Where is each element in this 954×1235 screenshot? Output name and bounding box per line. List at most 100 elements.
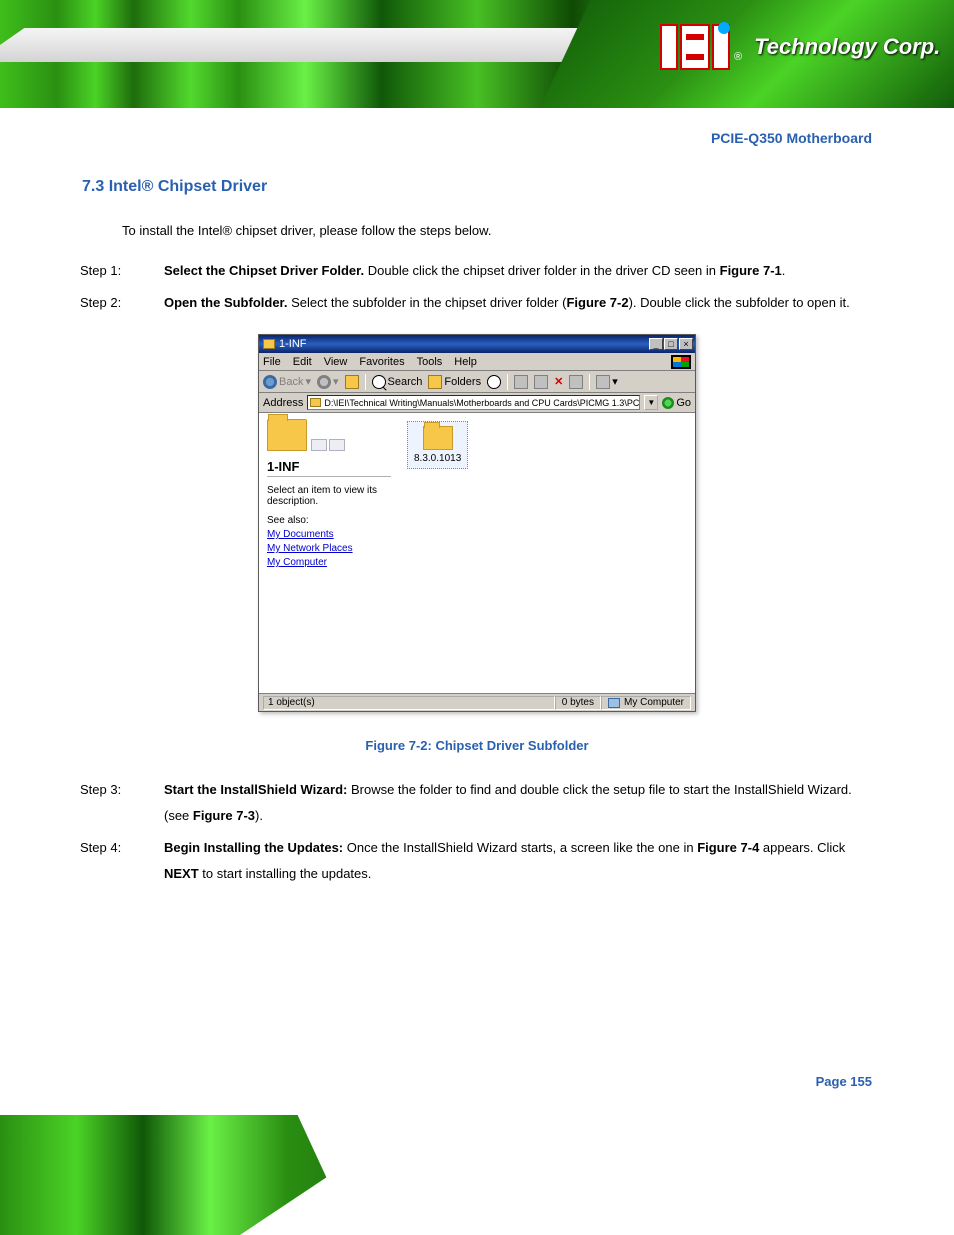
step-4: Step 4:Begin Installing the Updates: Onc…: [122, 835, 872, 887]
back-button[interactable]: Back ▾: [263, 375, 311, 389]
address-dropdown[interactable]: ▼: [644, 395, 658, 410]
address-label: Address: [263, 397, 303, 409]
views toggle-button[interactable]: ▾: [596, 375, 618, 389]
views-icon: [596, 375, 610, 389]
undo-icon: [569, 375, 583, 389]
status-bytes: 0 bytes: [555, 696, 601, 710]
step-label: Begin Installing the Updates:: [164, 840, 343, 855]
step-text: Select the subfolder in the chipset driv…: [288, 295, 567, 310]
history-button[interactable]: [487, 375, 501, 389]
folder-item[interactable]: 8.3.0.1013: [407, 421, 468, 469]
step-label: Select the Chipset Driver Folder.: [164, 263, 364, 278]
maximize-button[interactable]: □: [664, 338, 678, 350]
step-label: Open the Subfolder.: [164, 295, 288, 310]
toolbar: Back ▾ ▾ Search Folders ✕ ▾: [259, 371, 695, 393]
status-bar: 1 object(s) 0 bytes My Computer: [259, 693, 695, 711]
folder-icon: [423, 426, 453, 450]
step-1: Step 1:Select the Chipset Driver Folder.…: [122, 258, 872, 284]
minimize-button[interactable]: _: [649, 338, 663, 350]
menu-bar: File Edit View Favorites Tools Help: [259, 353, 695, 371]
up-icon: [345, 375, 359, 389]
menu-tools[interactable]: Tools: [417, 356, 443, 368]
step-number: Step 4:: [122, 835, 164, 861]
post-step-list: Step 3:Start the InstallShield Wizard: B…: [122, 777, 872, 887]
go-button[interactable]: Go: [662, 397, 691, 409]
step-text: Once the InstallShield Wizard starts, a …: [343, 840, 697, 855]
folder-icon: [310, 398, 321, 407]
folders-button[interactable]: Folders: [428, 375, 481, 389]
folder-large-icon: [267, 419, 307, 451]
chevron-down-icon: ▾: [305, 375, 311, 388]
go-icon: [662, 397, 674, 409]
page-header-banner: ® Technology Corp.: [0, 0, 954, 108]
computer-icon: [608, 698, 620, 708]
address-bar: Address D:\IEI\Technical Writing\Manuals…: [259, 393, 695, 413]
brand-logo: ® Technology Corp.: [660, 24, 940, 70]
close-button[interactable]: ×: [679, 338, 693, 350]
copy-to-button[interactable]: [534, 375, 548, 389]
step-number: Step 1:: [122, 258, 164, 284]
explorer-content[interactable]: 8.3.0.1013: [399, 413, 695, 693]
action-label: NEXT: [164, 866, 199, 881]
menu-favorites[interactable]: Favorites: [359, 356, 404, 368]
intro-paragraph: To install the Intel® chipset driver, pl…: [122, 218, 872, 244]
step-tail2: to start installing the updates.: [199, 866, 372, 881]
separator: [507, 374, 508, 390]
link-my-computer[interactable]: My Computer: [267, 556, 391, 570]
address-field[interactable]: D:\IEI\Technical Writing\Manuals\Motherb…: [307, 395, 640, 410]
folder-icon: [263, 339, 275, 349]
folder-mini-icon: [329, 439, 345, 451]
page-number: Page 155: [816, 1074, 872, 1089]
separator: [365, 374, 366, 390]
move-to-button[interactable]: [514, 375, 528, 389]
history-icon: [487, 375, 501, 389]
undo-button[interactable]: [569, 375, 583, 389]
step-text: Double click the chipset driver folder i…: [364, 263, 720, 278]
address-path: D:\IEI\Technical Writing\Manuals\Motherb…: [324, 398, 640, 408]
delete-icon: ✕: [554, 375, 563, 388]
page-footer-banner: [0, 1115, 954, 1235]
forward-button[interactable]: ▾: [317, 375, 339, 389]
side-panel-title: 1-INF: [267, 459, 391, 477]
figure-ref: Figure 7-3: [193, 808, 255, 823]
up-button[interactable]: [345, 375, 359, 389]
figure-caption: Figure 7-2: Chipset Driver Subfolder: [82, 738, 872, 753]
figure-ref: Figure 7-1: [720, 263, 782, 278]
move-to-icon: [514, 375, 528, 389]
step-number: Step 2:: [122, 290, 164, 316]
back-icon: [263, 375, 277, 389]
search-icon: [372, 375, 386, 389]
registered-icon: ®: [734, 51, 742, 63]
step-number: Step 3:: [122, 777, 164, 803]
step-tail: .: [782, 263, 786, 278]
window-title: 1-INF: [279, 338, 307, 350]
forward-icon: [317, 375, 331, 389]
explorer-body: 1-INF Select an item to view its descrip…: [259, 413, 695, 693]
chevron-down-icon: ▾: [333, 375, 339, 388]
folders-icon: [428, 375, 442, 389]
brand-name: Technology Corp.: [754, 34, 940, 60]
menu-file[interactable]: File: [263, 356, 281, 368]
folder-label: 8.3.0.1013: [414, 453, 461, 464]
window-titlebar[interactable]: 1-INF _ □ ×: [259, 335, 695, 353]
menu-view[interactable]: View: [324, 356, 348, 368]
side-panel-description: Select an item to view its description.: [267, 485, 391, 507]
step-label: Start the InstallShield Wizard:: [164, 782, 347, 797]
iei-logo-icon: [660, 24, 730, 70]
link-my-documents[interactable]: My Documents: [267, 528, 391, 542]
link-my-network-places[interactable]: My Network Places: [267, 542, 391, 556]
step-tail: ).: [255, 808, 263, 823]
delete-button[interactable]: ✕: [554, 375, 563, 388]
search-button[interactable]: Search: [372, 375, 423, 389]
explorer-side-panel: 1-INF Select an item to view its descrip…: [259, 413, 399, 693]
step-2: Step 2:Open the Subfolder. Select the su…: [122, 290, 872, 316]
chevron-down-icon: ▾: [612, 375, 618, 388]
figure-ref: Figure 7-4: [697, 840, 759, 855]
explorer-window: 1-INF _ □ × File Edit View Favorites Too…: [258, 334, 696, 712]
separator: [589, 374, 590, 390]
windows-flag-icon: [671, 355, 691, 369]
menu-help[interactable]: Help: [454, 356, 477, 368]
folder-mini-icon: [311, 439, 327, 451]
status-objects: 1 object(s): [263, 696, 555, 710]
menu-edit[interactable]: Edit: [293, 356, 312, 368]
